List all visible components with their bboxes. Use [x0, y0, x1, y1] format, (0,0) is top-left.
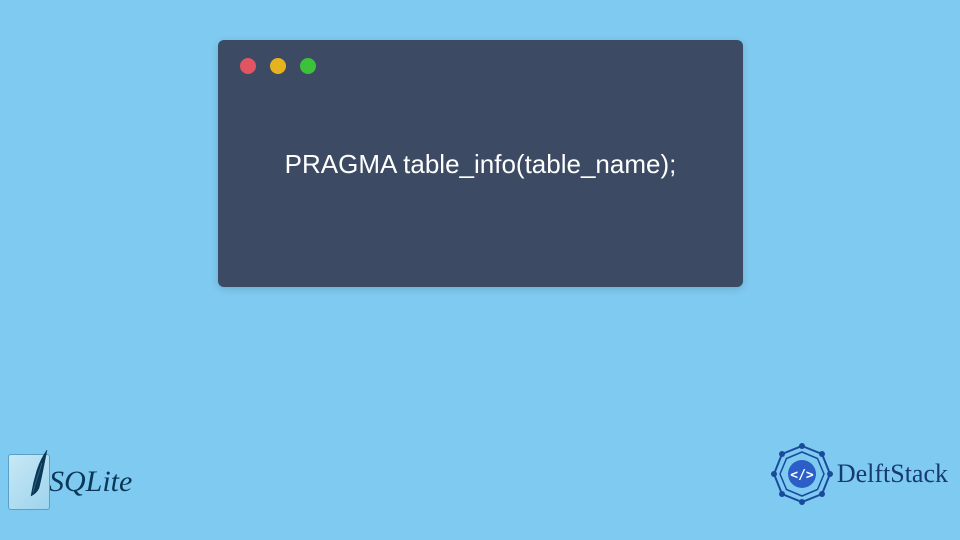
delftstack-logo: </> DelftStack — [771, 443, 948, 505]
minimize-icon[interactable] — [270, 58, 286, 74]
maximize-icon[interactable] — [300, 58, 316, 74]
window-controls — [218, 40, 743, 84]
sqlite-box-icon — [8, 454, 50, 510]
delftstack-text: DelftStack — [837, 459, 948, 489]
feather-icon — [27, 448, 51, 498]
code-content: PRAGMA table_info(table_name); — [218, 84, 743, 182]
delftstack-emblem-icon: </> — [771, 443, 833, 505]
code-window: PRAGMA table_info(table_name); — [218, 40, 743, 287]
sqlite-text: SQLite — [49, 465, 132, 499]
sqlite-logo: SQLite — [8, 454, 132, 510]
svg-text:</>: </> — [790, 468, 814, 483]
close-icon[interactable] — [240, 58, 256, 74]
